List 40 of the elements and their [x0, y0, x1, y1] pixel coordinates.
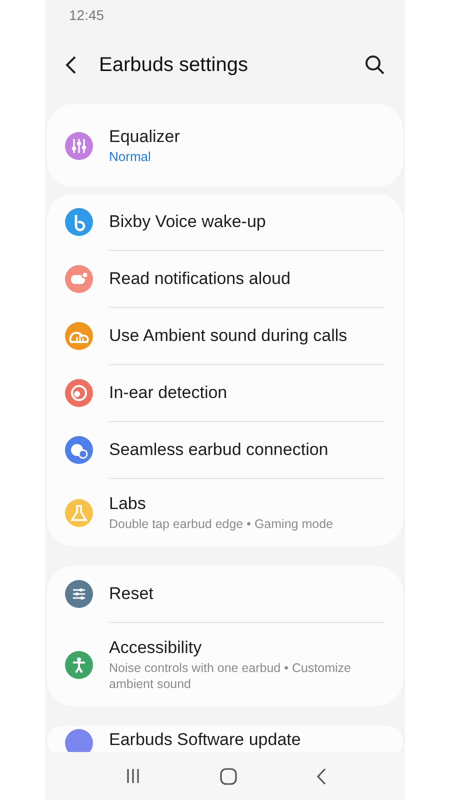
item-title: Seamless earbud connection	[109, 439, 330, 461]
back-icon[interactable]	[65, 55, 77, 75]
item-title: Read notifications aloud	[109, 268, 292, 290]
home-icon[interactable]	[220, 768, 236, 784]
earbud-icon	[65, 379, 93, 407]
update-icon	[65, 729, 93, 752]
item-title: Labs	[109, 493, 147, 515]
item-summary: Double tap earbud edge • Gaming mode	[109, 516, 334, 532]
item-title: In-ear detection	[109, 382, 228, 404]
cloud-bars-icon	[65, 322, 93, 350]
equalizer-icon	[65, 132, 93, 160]
settings-item[interactable]: Seamless earbud connection	[65, 422, 385, 478]
item-title: Bixby Voice wake-up	[109, 211, 267, 233]
settings-item[interactable]: Earbuds Software update	[65, 726, 385, 752]
settings-item[interactable]: Bixby Voice wake-up	[65, 194, 385, 250]
item-title: Accessibility	[109, 637, 203, 659]
sliders-icon	[65, 580, 93, 608]
item-title: Earbuds Software update	[109, 729, 302, 751]
settings-item[interactable]: Reset	[65, 566, 385, 622]
b-letter-icon	[65, 208, 93, 236]
item-summary: Noise controls with one earbud • Customize ambient sound	[109, 660, 352, 692]
recent-apps-icon[interactable]	[124, 768, 140, 784]
search-icon[interactable]	[365, 55, 385, 75]
person-icon	[65, 650, 93, 678]
flask-icon	[65, 498, 93, 526]
item-title: Equalizer	[109, 126, 181, 148]
settings-item[interactable]: Accessibility Noise controls with one earbud • Customize ambient sound	[65, 623, 385, 706]
settings-item[interactable]: In-ear detection	[65, 365, 385, 421]
earbud-sync-icon	[65, 436, 93, 464]
speech-bubble-icon	[65, 265, 93, 293]
settings-item[interactable]: Read notifications aloud	[65, 251, 385, 307]
settings-item[interactable]: Labs Double tap earbud edge • Gaming mode	[65, 479, 385, 546]
item-title: Reset	[109, 583, 154, 605]
item-value: Normal	[109, 149, 152, 165]
settings-item[interactable]: Equalizer Normal	[65, 104, 385, 187]
item-title: Use Ambient sound during calls	[109, 325, 348, 347]
status-time: 12:45	[69, 7, 104, 23]
settings-item[interactable]: Use Ambient sound during calls	[65, 308, 385, 364]
back-icon[interactable]	[316, 768, 326, 784]
page-title: Earbuds settings	[99, 53, 249, 78]
